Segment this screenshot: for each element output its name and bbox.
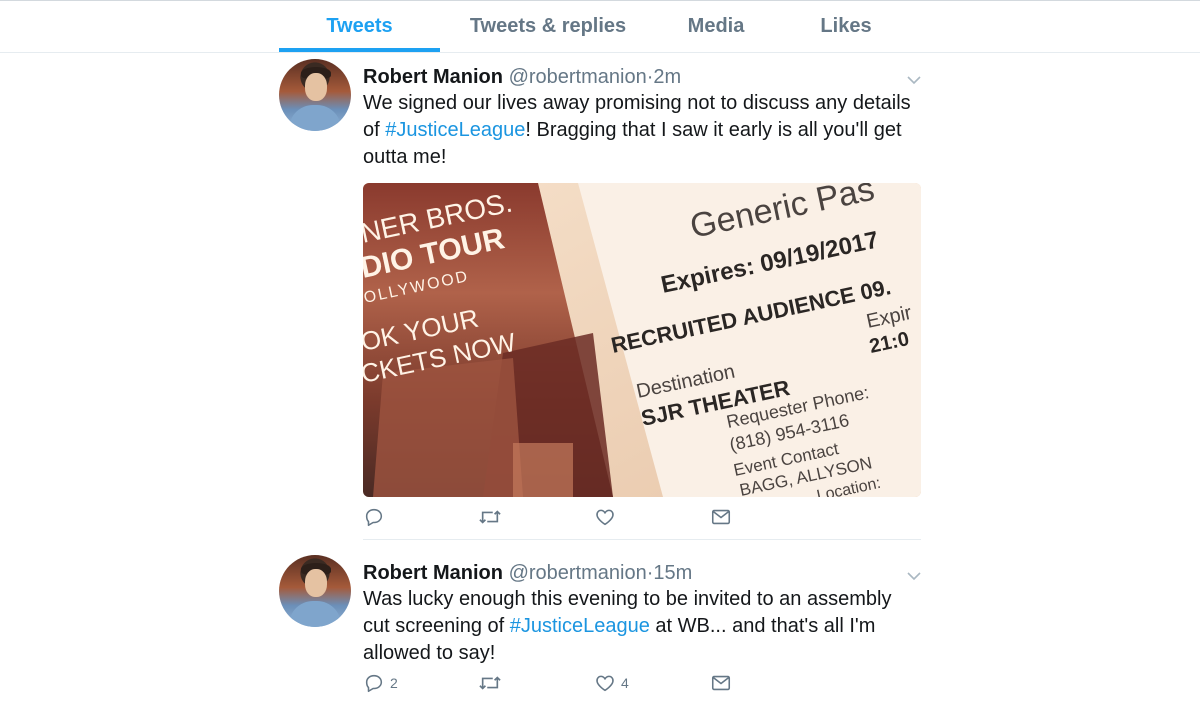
author-name[interactable]: Robert Manion — [363, 66, 503, 88]
chevron-down-icon[interactable] — [907, 73, 921, 87]
tweet-actions — [363, 505, 921, 529]
heart-icon — [596, 675, 614, 692]
avatar[interactable] — [279, 59, 351, 131]
tab-media[interactable]: Media — [660, 1, 772, 52]
reply-button[interactable]: 2 — [363, 671, 398, 695]
profile-tabs: Tweets Tweets & replies Media Likes — [0, 1, 1200, 53]
author-handle[interactable]: @robertmanion — [509, 66, 647, 88]
direct-message-button[interactable] — [710, 505, 732, 529]
hashtag-link[interactable]: #JusticeLeague — [385, 119, 525, 141]
author-name[interactable]: Robert Manion — [363, 562, 503, 584]
like-button[interactable]: 4 — [594, 671, 629, 695]
tweet-header: Robert Manion @robertmanion·2m — [363, 64, 681, 90]
heart-icon — [596, 509, 614, 526]
tweet-divider — [363, 539, 921, 540]
reply-icon — [365, 508, 383, 527]
tab-likes[interactable]: Likes — [790, 1, 902, 52]
tweet-photo[interactable]: NER BROS. DIO TOUR OLLYWOOD OK YOUR CKET… — [363, 183, 921, 497]
tab-tweets[interactable]: Tweets — [279, 1, 440, 52]
tweet-header: Robert Manion @robertmanion·15m — [363, 560, 692, 586]
chevron-down-icon[interactable] — [907, 569, 921, 583]
retweet-button[interactable] — [478, 671, 507, 695]
tweet[interactable]: Robert Manion @robertmanion·2m We signed… — [279, 59, 921, 537]
retweet-icon — [479, 676, 501, 690]
tweet-text: We signed our lives away promising not t… — [363, 90, 923, 171]
reply-button[interactable] — [363, 505, 390, 529]
direct-message-button[interactable] — [710, 671, 732, 695]
tab-tweets-and-replies[interactable]: Tweets & replies — [455, 1, 641, 52]
envelope-icon — [711, 675, 731, 691]
author-handle[interactable]: @robertmanion — [509, 562, 647, 584]
reply-count: 2 — [390, 675, 398, 691]
tweet-timestamp[interactable]: 2m — [653, 66, 681, 88]
hashtag-link[interactable]: #JusticeLeague — [510, 615, 650, 637]
tweet-actions: 2 4 — [363, 671, 921, 695]
like-count: 4 — [621, 675, 629, 691]
active-tab-indicator — [279, 48, 440, 52]
retweet-icon — [479, 510, 501, 524]
avatar[interactable] — [279, 555, 351, 627]
reply-icon — [365, 674, 383, 693]
ticket-photo: NER BROS. DIO TOUR OLLYWOOD OK YOUR CKET… — [363, 183, 921, 497]
retweet-button[interactable] — [478, 505, 507, 529]
envelope-icon — [711, 509, 731, 525]
tweet[interactable]: Robert Manion @robertmanion·15m Was luck… — [279, 555, 921, 701]
like-button[interactable] — [594, 505, 621, 529]
tweet-text: Was lucky enough this evening to be invi… — [363, 586, 923, 667]
tweet-timestamp[interactable]: 15m — [653, 562, 692, 584]
